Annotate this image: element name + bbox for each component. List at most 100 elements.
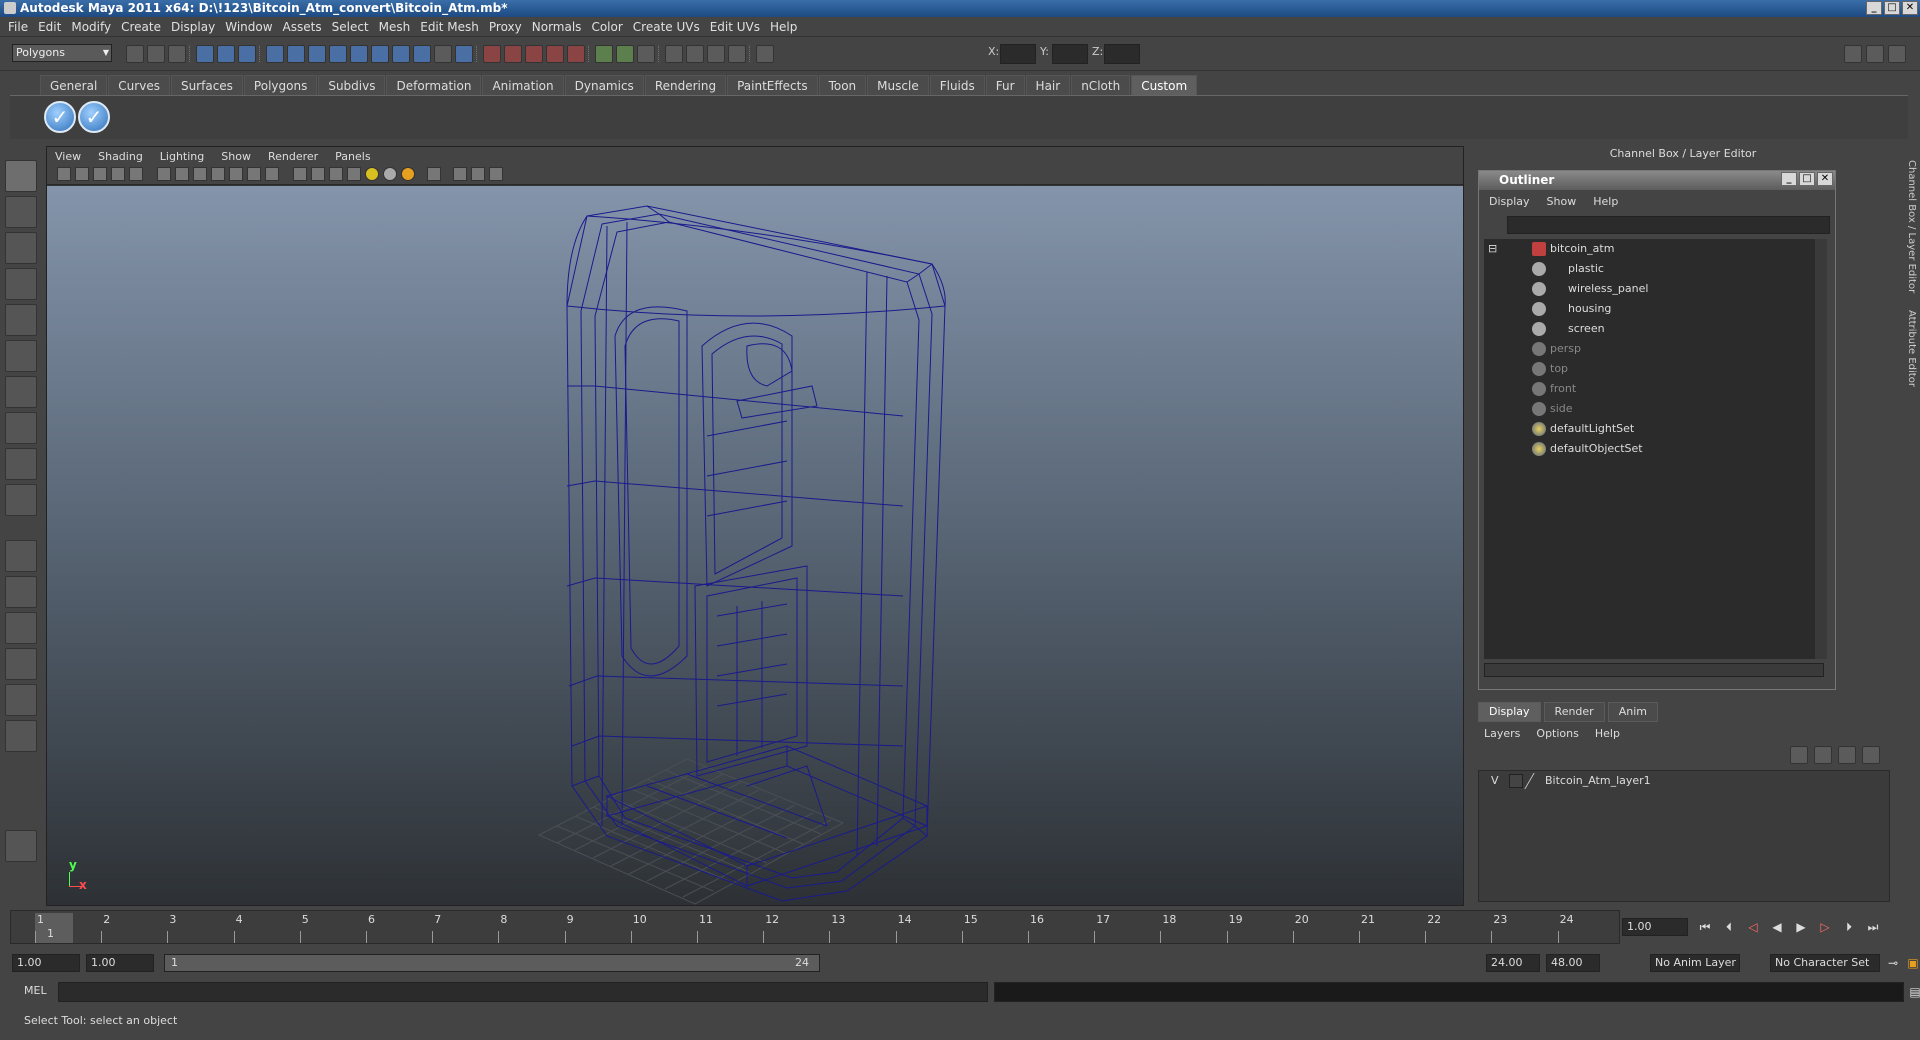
auto-key-icon[interactable]: ⊸ xyxy=(1884,954,1902,972)
save-scene-icon[interactable] xyxy=(168,45,186,63)
outliner-horizontal-scrollbar[interactable] xyxy=(1484,663,1824,677)
sequence-icon[interactable] xyxy=(595,45,613,63)
hypershade-icon[interactable] xyxy=(546,45,564,63)
menu-edit-uvs[interactable]: Edit UVs xyxy=(708,20,768,34)
film-gate-icon[interactable] xyxy=(175,167,189,181)
snap-point-icon[interactable] xyxy=(308,45,326,63)
shelf-tab-subdivs[interactable]: Subdivs xyxy=(318,75,386,95)
z-field[interactable] xyxy=(1104,44,1140,64)
menu-help[interactable]: Help xyxy=(768,20,805,34)
select-tool-icon[interactable] xyxy=(5,160,37,192)
collapse-toggle[interactable]: ⊟ xyxy=(1488,239,1497,259)
soft-mod-tool-icon[interactable] xyxy=(5,412,37,444)
textured-icon[interactable] xyxy=(347,167,361,181)
new-scene-icon[interactable] xyxy=(126,45,144,63)
shelf-tab-painteffects[interactable]: PaintEffects xyxy=(727,75,818,95)
outliner-item-side[interactable]: side xyxy=(1550,399,1573,419)
outliner-menu-display[interactable]: Display xyxy=(1489,195,1530,208)
viewport-menu-shading[interactable]: Shading xyxy=(98,150,143,163)
shelf-tab-fluids[interactable]: Fluids xyxy=(929,75,985,95)
layer-color-icon[interactable] xyxy=(1524,773,1542,789)
single-perspective-layout-icon[interactable] xyxy=(5,540,37,572)
isolate-select-icon[interactable] xyxy=(427,167,441,181)
animation-end-field[interactable]: 48.00 xyxy=(1546,954,1600,972)
gate-mask-icon[interactable] xyxy=(211,167,225,181)
outliner-maximize-button[interactable]: □ xyxy=(1799,172,1815,186)
help-icon[interactable] xyxy=(413,45,431,63)
xray-joints-icon[interactable] xyxy=(471,167,485,181)
layer-menu-layers[interactable]: Layers xyxy=(1484,727,1520,740)
snap-surface-icon[interactable] xyxy=(371,45,389,63)
new-layer-selected-icon[interactable] xyxy=(1862,746,1880,764)
layer-visibility-toggle[interactable]: V xyxy=(1491,771,1499,791)
toggle-tool-settings-icon[interactable] xyxy=(1866,45,1884,63)
snap-curve-icon[interactable] xyxy=(287,45,305,63)
step-forward-key-icon[interactable]: ⏵ xyxy=(1840,918,1858,936)
lock-icon[interactable] xyxy=(434,45,452,63)
absolute-transform-icon[interactable] xyxy=(756,45,774,63)
camera-select-icon[interactable] xyxy=(57,167,71,181)
shadows-icon[interactable] xyxy=(401,167,415,181)
menu-select[interactable]: Select xyxy=(330,20,377,34)
side-tab-attribute-editor[interactable]: Attribute Editor xyxy=(1901,310,1917,387)
shelf-tab-toon[interactable]: Toon xyxy=(818,75,867,95)
menu-modify[interactable]: Modify xyxy=(69,20,119,34)
menu-assets[interactable]: Assets xyxy=(281,20,330,34)
step-back-frame-icon[interactable]: ◁ xyxy=(1744,918,1762,936)
command-input[interactable] xyxy=(58,982,988,1002)
current-time-field[interactable]: 1.00 xyxy=(1622,918,1688,936)
step-back-key-icon[interactable]: ⏴ xyxy=(1720,918,1738,936)
smooth-shade-icon[interactable] xyxy=(311,167,325,181)
outliner-item-default-light-set[interactable]: defaultLightSet xyxy=(1550,419,1634,439)
menu-window[interactable]: Window xyxy=(223,20,280,34)
script-editor-button-icon[interactable]: ▤ xyxy=(1906,983,1920,1001)
wireframe-on-shaded-icon[interactable] xyxy=(329,167,343,181)
history-icon[interactable] xyxy=(392,45,410,63)
select-hierarchy-icon[interactable] xyxy=(196,45,214,63)
xray-components-icon[interactable] xyxy=(489,167,503,181)
menu-color[interactable]: Color xyxy=(589,20,630,34)
shelf-tab-muscle[interactable]: Muscle xyxy=(867,75,929,95)
outliner-minimize-button[interactable]: _ xyxy=(1781,172,1797,186)
move-tool-icon[interactable] xyxy=(5,268,37,300)
3d-scene-view[interactable]: y x xyxy=(47,186,1463,905)
viewport-menu-show[interactable]: Show xyxy=(221,150,251,163)
close-button[interactable]: ✕ xyxy=(1902,1,1918,15)
image-plane-icon[interactable] xyxy=(111,167,125,181)
layer-move-up-icon[interactable] xyxy=(1790,746,1808,764)
outliner-item-persp[interactable]: persp xyxy=(1550,339,1581,359)
new-layer-icon[interactable] xyxy=(1838,746,1856,764)
outliner-menu-help[interactable]: Help xyxy=(1593,195,1618,208)
custom-check-icon[interactable]: ✓ xyxy=(44,101,76,133)
bookmark-icon[interactable] xyxy=(93,167,107,181)
menu-proxy[interactable]: Proxy xyxy=(487,20,530,34)
layer-row[interactable]: V Bitcoin_Atm_layer1 xyxy=(1479,771,1889,791)
shelf-tab-ncloth[interactable]: nCloth xyxy=(1071,75,1131,95)
menu-normals[interactable]: Normals xyxy=(530,20,590,34)
make-live-icon[interactable] xyxy=(350,45,368,63)
grid-icon[interactable] xyxy=(157,167,171,181)
shelf-tab-curves[interactable]: Curves xyxy=(108,75,170,95)
field-chart-icon[interactable] xyxy=(229,167,243,181)
x-field[interactable] xyxy=(1000,44,1036,64)
shelf-tab-fur[interactable]: Fur xyxy=(985,75,1025,95)
shelf-tab-animation[interactable]: Animation xyxy=(482,75,564,95)
menu-create[interactable]: Create xyxy=(119,20,169,34)
menu-edit-mesh[interactable]: Edit Mesh xyxy=(418,20,487,34)
shelf-tab-polygons[interactable]: Polygons xyxy=(243,75,318,95)
outliner-vertical-scrollbar[interactable] xyxy=(1815,239,1827,659)
custom-check-icon[interactable]: ✓ xyxy=(78,101,110,133)
playback-end-field[interactable]: 24.00 xyxy=(1486,954,1540,972)
select-component-icon[interactable] xyxy=(238,45,256,63)
default-lighting-icon[interactable] xyxy=(365,167,379,181)
go-to-start-icon[interactable]: ⏮ xyxy=(1696,918,1714,936)
menu-mesh[interactable]: Mesh xyxy=(377,20,419,34)
hypershade-persp-layout-icon[interactable] xyxy=(5,684,37,716)
render-view-icon[interactable] xyxy=(567,45,585,63)
universal-manipulator-icon[interactable] xyxy=(5,376,37,408)
minimize-button[interactable]: _ xyxy=(1866,1,1882,15)
menu-set-dropdown[interactable]: Polygons xyxy=(12,44,112,62)
outliner-item-plastic[interactable]: plastic xyxy=(1568,259,1604,279)
safe-action-icon[interactable] xyxy=(247,167,261,181)
outliner-menu-show[interactable]: Show xyxy=(1547,195,1577,208)
